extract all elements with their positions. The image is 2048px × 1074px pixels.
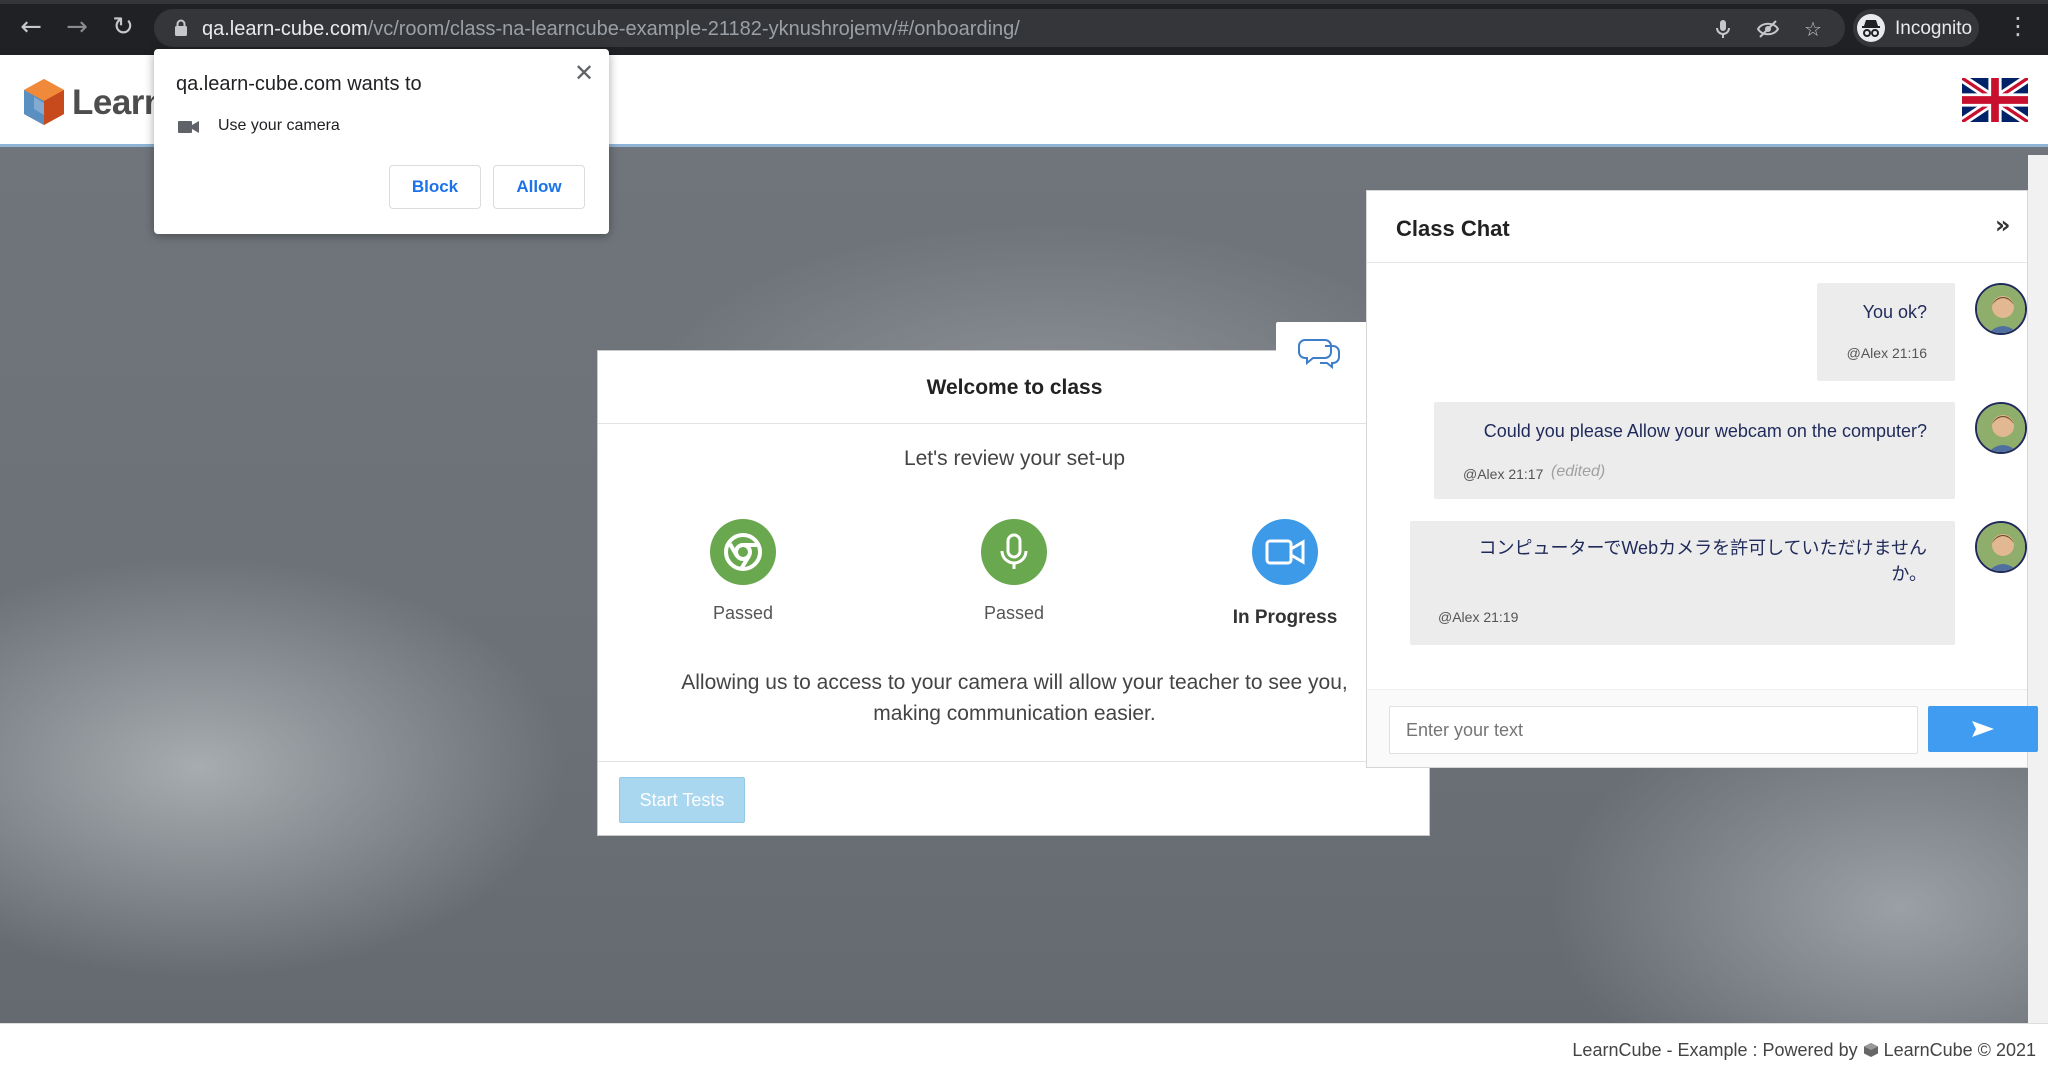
collapse-chat-icon[interactable]: » xyxy=(1995,211,2011,239)
send-icon xyxy=(1972,721,1994,737)
message-meta: @Alex 21:17 xyxy=(1463,466,1544,482)
learncube-cube-icon xyxy=(1863,1043,1878,1057)
chat-message: コンピューターでWebカメラを許可していただけません か。 @Alex 21:1… xyxy=(1410,521,1955,645)
message-text: You ok? xyxy=(1862,302,1927,322)
message-meta: @Alex 21:19 xyxy=(1438,609,1519,625)
check-camera-status: In Progress xyxy=(1232,607,1338,628)
chat-message: You ok? @Alex 21:16 xyxy=(1817,283,1955,381)
modal-description: Allowing us to access to your camera wil… xyxy=(638,667,1391,729)
permission-title: qa.learn-cube.com wants to xyxy=(176,73,422,95)
camera-permission-popup: qa.learn-cube.com wants to ✕ Use your ca… xyxy=(154,49,609,234)
chat-input-bar xyxy=(1367,689,2038,767)
modal-subtitle: Let's review your set-up xyxy=(903,447,1126,470)
logo-text[interactable]: Learn xyxy=(72,83,165,123)
send-button[interactable] xyxy=(1928,706,2038,752)
chat-title: Class Chat xyxy=(1396,216,1510,241)
camera-icon xyxy=(178,121,199,133)
chrome-icon xyxy=(710,519,776,585)
incognito-label: Incognito xyxy=(1895,18,1973,39)
tab-strip xyxy=(0,0,2048,4)
check-microphone-status: Passed xyxy=(983,603,1045,623)
uk-flag-icon[interactable] xyxy=(1962,78,2028,122)
avatar xyxy=(1975,283,2027,335)
incognito-badge[interactable]: Incognito xyxy=(1853,9,1979,47)
close-icon[interactable]: ✕ xyxy=(574,59,594,87)
start-tests-button[interactable]: Start Tests xyxy=(619,777,745,823)
permission-request: Use your camera xyxy=(218,117,340,134)
description-line-2: making communication easier. xyxy=(873,702,1156,725)
modal-footer: Start Tests xyxy=(598,761,1431,837)
message-meta: @Alex 21:16 xyxy=(1846,345,1927,361)
reload-icon[interactable]: ↻ xyxy=(108,12,138,42)
learncube-logo-icon[interactable] xyxy=(22,77,66,127)
chat-message: Could you please Allow your webcam on th… xyxy=(1434,402,1955,499)
chat-bubbles-icon[interactable] xyxy=(1276,322,1368,378)
microphone-icon xyxy=(981,519,1047,585)
forward-arrow-icon[interactable]: → xyxy=(62,12,92,42)
address-bar[interactable]: qa.learn-cube.com/vc/room/class-na-learn… xyxy=(154,9,1845,47)
check-browser: Passed xyxy=(643,519,843,624)
welcome-modal: Welcome to class Let's review your set-u… xyxy=(597,350,1431,837)
footer-text: LearnCube - Example : Powered by LearnCu… xyxy=(1572,1040,2036,1061)
footer-prefix: LearnCube - Example : Powered by xyxy=(1572,1040,1858,1060)
page-footer: LearnCube - Example : Powered by LearnCu… xyxy=(0,1023,2048,1074)
message-edited-tag: (edited) xyxy=(1551,463,1606,480)
footer-brand[interactable]: LearnCube © 2021 xyxy=(1884,1040,2036,1060)
avatar xyxy=(1975,521,2027,573)
description-line-1: Allowing us to access to your camera wil… xyxy=(681,671,1348,694)
video-camera-icon xyxy=(1252,519,1318,585)
class-chat-panel: Class Chat » You ok? @Alex 21:16 Could y… xyxy=(1366,190,2038,768)
more-menu-icon[interactable]: ⋮ xyxy=(2006,12,2030,42)
back-arrow-icon[interactable]: ← xyxy=(16,12,46,42)
chat-header: Class Chat » xyxy=(1367,191,2027,263)
incognito-icon xyxy=(1857,14,1885,42)
browser-toolbar: ← → ↻ qa.learn-cube.com/vc/room/class-na… xyxy=(0,0,2048,55)
right-edge-strip xyxy=(2028,155,2048,1023)
star-icon[interactable]: ☆ xyxy=(1801,17,1825,41)
message-text: コンピューターでWebカメラを許可していただけません か。 xyxy=(1478,535,1927,587)
chat-input[interactable] xyxy=(1389,706,1918,754)
check-browser-status: Passed xyxy=(712,603,774,623)
check-camera: In Progress xyxy=(1185,519,1385,629)
allow-button[interactable]: Allow xyxy=(493,165,585,209)
url-path: /vc/room/class-na-learncube-example-2118… xyxy=(367,18,1020,40)
url-text[interactable]: qa.learn-cube.com/vc/room/class-na-learn… xyxy=(202,18,1020,41)
url-host: qa.learn-cube.com xyxy=(202,18,368,40)
lock-icon[interactable] xyxy=(174,19,188,37)
microphone-icon[interactable] xyxy=(1711,17,1735,41)
eye-blocked-icon[interactable] xyxy=(1756,17,1780,41)
message-text-line-2: か。 xyxy=(1891,564,1927,584)
chat-toggle-tab[interactable] xyxy=(1276,322,1368,378)
block-button[interactable]: Block xyxy=(389,165,481,209)
message-text: Could you please Allow your webcam on th… xyxy=(1483,421,1927,441)
avatar xyxy=(1975,402,2027,454)
check-microphone: Passed xyxy=(914,519,1114,624)
message-text-line-1: コンピューターでWebカメラを許可していただけません xyxy=(1478,538,1927,558)
